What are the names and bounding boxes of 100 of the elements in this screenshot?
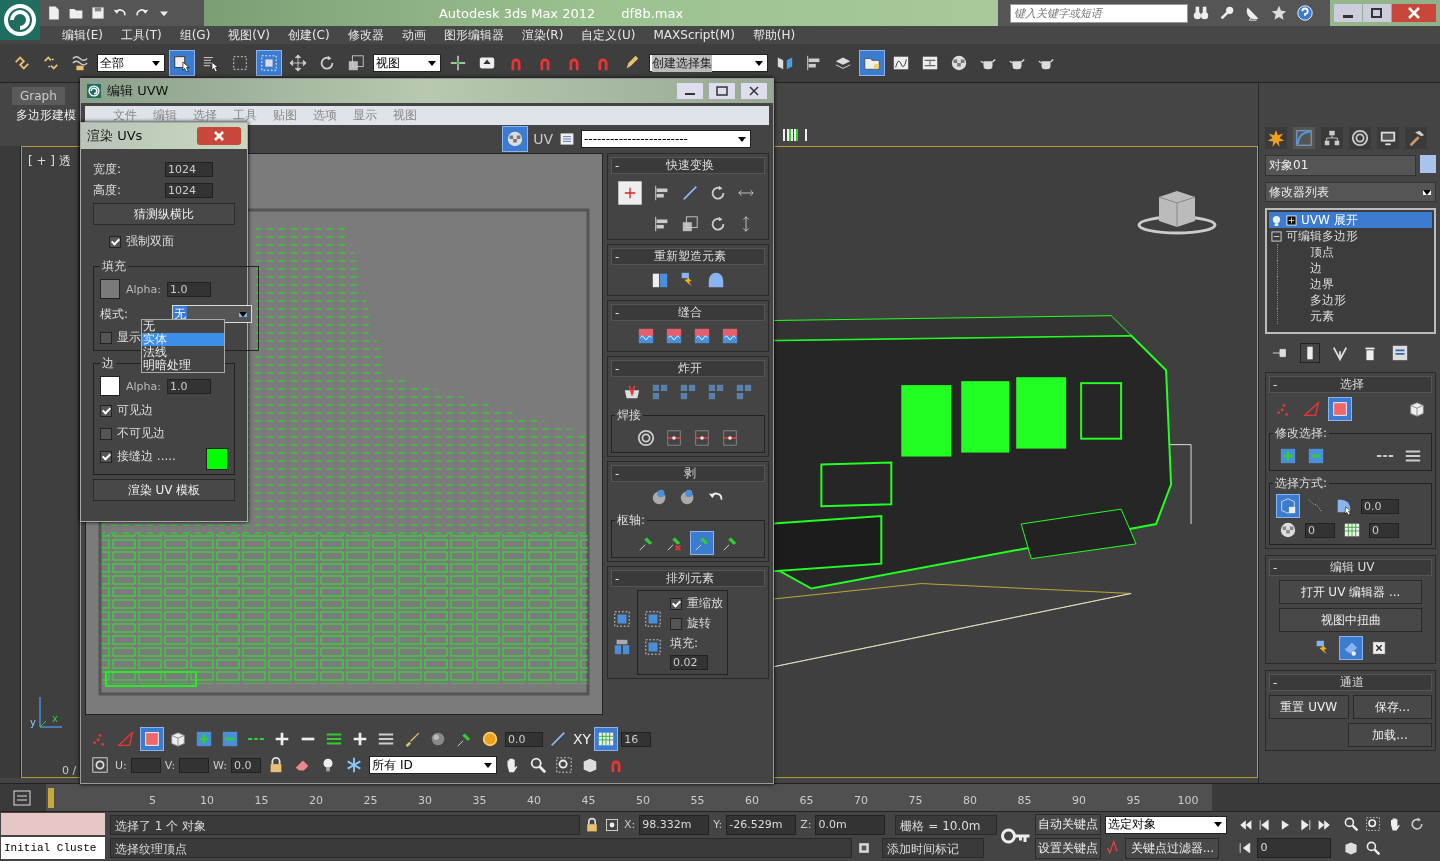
modifier-stack-item[interactable]: 边 <box>1277 260 1432 276</box>
key-filters-button[interactable]: 关键点过滤器... <box>1125 837 1220 859</box>
fork-icon[interactable] <box>1331 344 1349 362</box>
padding-field[interactable]: 0.02 <box>670 655 708 670</box>
hammer-icon[interactable] <box>1405 127 1427 149</box>
menu-item[interactable]: 图形编辑器 <box>435 26 514 44</box>
hierarchy-icon[interactable] <box>1321 127 1343 149</box>
menu-item[interactable]: 动画 <box>393 26 436 44</box>
save-icon[interactable] <box>90 5 106 21</box>
menu-item[interactable]: 自定义(U) <box>573 26 646 44</box>
monitor-icon[interactable] <box>1377 127 1399 149</box>
close-button[interactable] <box>1392 4 1436 22</box>
collapse-icon[interactable] <box>1271 230 1282 242</box>
face-square-icon[interactable] <box>1329 398 1351 420</box>
modifier-stack-item[interactable]: 边界 <box>1277 276 1432 292</box>
axis-button[interactable]: XY <box>573 731 592 747</box>
cube-check-icon[interactable] <box>1277 495 1299 517</box>
modifier-stack-item[interactable]: 元素 <box>1277 308 1432 324</box>
zoom-icon[interactable] <box>1365 839 1382 856</box>
angle-field[interactable]: 0.0 <box>1361 498 1399 514</box>
width-field[interactable]: 1024 <box>165 162 213 177</box>
save-button[interactable]: 保存... <box>1352 695 1432 719</box>
app-logo-icon[interactable] <box>0 0 40 40</box>
list-icon[interactable] <box>559 131 575 147</box>
number-field[interactable]: 0 <box>1305 522 1335 538</box>
lock-icon[interactable] <box>584 816 600 833</box>
rollout-header[interactable]: - 重新塑造元素 <box>611 248 765 265</box>
concentric-circles-icon[interactable] <box>635 427 657 449</box>
alpha-field[interactable]: 1.0 <box>167 281 211 297</box>
minimize-button[interactable] <box>1334 4 1362 22</box>
checkbox[interactable]: 接缝边 ..... <box>100 448 176 465</box>
checkbox[interactable]: 强制双面 <box>93 233 174 250</box>
rollout-header[interactable]: - 炸开 <box>611 360 765 377</box>
restore-button[interactable] <box>1363 4 1391 22</box>
new-file-icon[interactable] <box>46 5 62 21</box>
menu-item[interactable]: 工具(T) <box>112 26 172 44</box>
dashed-square-icon[interactable] <box>257 51 281 75</box>
transform-mode-icon[interactable] <box>604 816 620 833</box>
folder-icon[interactable] <box>860 51 884 75</box>
menu-item[interactable]: 帮助(H) <box>744 26 806 44</box>
grid-size-field[interactable]: 16 <box>621 731 652 747</box>
wrench-icon[interactable] <box>1218 4 1236 22</box>
search-field[interactable]: 键入关键字或短语 <box>1010 3 1188 23</box>
menu-item[interactable]: 修改器 <box>339 26 394 44</box>
key-set-dropdown[interactable]: 选定对象 <box>1105 815 1228 834</box>
menu-item[interactable]: 渲染(R) <box>513 26 574 44</box>
set-key-button[interactable]: 设置关键点 <box>1035 837 1102 859</box>
checkbox[interactable]: 不可见边 <box>100 425 165 442</box>
pivot-icon[interactable] <box>615 178 645 208</box>
binoculars-icon[interactable] <box>1192 4 1210 22</box>
tweak-button[interactable]: 视图中扭曲 <box>1279 608 1422 632</box>
configure-icon[interactable] <box>1391 344 1409 362</box>
minimize-button[interactable] <box>677 83 703 99</box>
light-bulb-icon[interactable] <box>1271 214 1282 226</box>
layer-color-swatch[interactable] <box>1 813 105 835</box>
menu-item[interactable]: 视图(V) <box>220 26 280 44</box>
number-field[interactable]: 0 <box>1369 522 1399 538</box>
seam-color-swatch[interactable] <box>206 448 228 470</box>
timeline-track[interactable]: 5 10 15 20 25 30 35 40 45 50 55 60 65 70 75 80 85 90 95 100 <box>46 784 1212 811</box>
dropdown-option[interactable]: 无 <box>142 320 224 333</box>
id-filter-dropdown[interactable]: 所有 ID <box>369 756 498 774</box>
y-coordinate-field[interactable]: -26.529m <box>726 814 797 835</box>
v-field[interactable] <box>179 757 210 773</box>
rollout-header[interactable]: - 编辑 UV <box>1269 559 1432 576</box>
current-frame-field[interactable]: 0 <box>1257 838 1332 859</box>
track-view-icon[interactable] <box>12 787 32 808</box>
checkbox[interactable]: 重缩放 <box>670 595 723 612</box>
dropdown-option[interactable]: 法线 <box>142 346 224 359</box>
tweak-icon[interactable] <box>1339 637 1362 659</box>
starburst-icon[interactable] <box>1265 127 1287 149</box>
grid-icon[interactable] <box>595 728 618 750</box>
modifier-stack-item[interactable]: UVW 展开 <box>1269 212 1432 228</box>
help-icon[interactable] <box>1296 4 1314 22</box>
object-name-field[interactable]: 对象01 <box>1265 155 1416 176</box>
ribbon-tab[interactable]: Graph <box>12 87 65 105</box>
menu-item[interactable]: 组(G) <box>171 26 221 44</box>
add-time-tag-field[interactable]: 添加时间标记 <box>882 838 984 859</box>
modifier-stack-item[interactable]: 顶点 <box>1277 244 1432 260</box>
object-color-swatch[interactable] <box>1420 155 1436 173</box>
close-button[interactable] <box>197 127 241 145</box>
reference-coordinate-dropdown[interactable]: 视图 <box>373 54 441 72</box>
modifier-list-dropdown[interactable]: 修改器列表 <box>1265 182 1436 202</box>
x-coordinate-field[interactable]: 98.332m <box>639 814 710 835</box>
checkbox[interactable]: 旋转 <box>670 615 711 632</box>
height-field[interactable]: 1024 <box>165 183 213 198</box>
z-coordinate-field[interactable]: 0.0m <box>815 814 886 835</box>
close-button[interactable] <box>741 83 767 99</box>
rollout-header[interactable]: - 排列元素 <box>611 570 765 587</box>
texture-dropdown[interactable]: ------------------------ <box>581 130 751 148</box>
fill-color-swatch[interactable] <box>100 279 120 299</box>
reset-uvw-button[interactable]: 重置 UVW <box>1269 695 1349 719</box>
open-uv-editor-button[interactable]: 打开 UV 编辑器 ... <box>1279 580 1422 604</box>
target-icon[interactable] <box>89 754 111 776</box>
guess-aspect-button[interactable]: 猜测纵横比 <box>93 203 235 225</box>
menu-item[interactable]: 编辑(E) <box>54 26 113 44</box>
selection-filter-dropdown[interactable]: 全部 <box>97 54 165 72</box>
named-selection-dropdown[interactable]: 创建选择集 <box>649 54 768 72</box>
time-slider-thumb[interactable] <box>48 788 54 808</box>
menu-item[interactable]: 创建(C) <box>279 26 340 44</box>
w-field[interactable]: 0.0 <box>231 757 262 773</box>
